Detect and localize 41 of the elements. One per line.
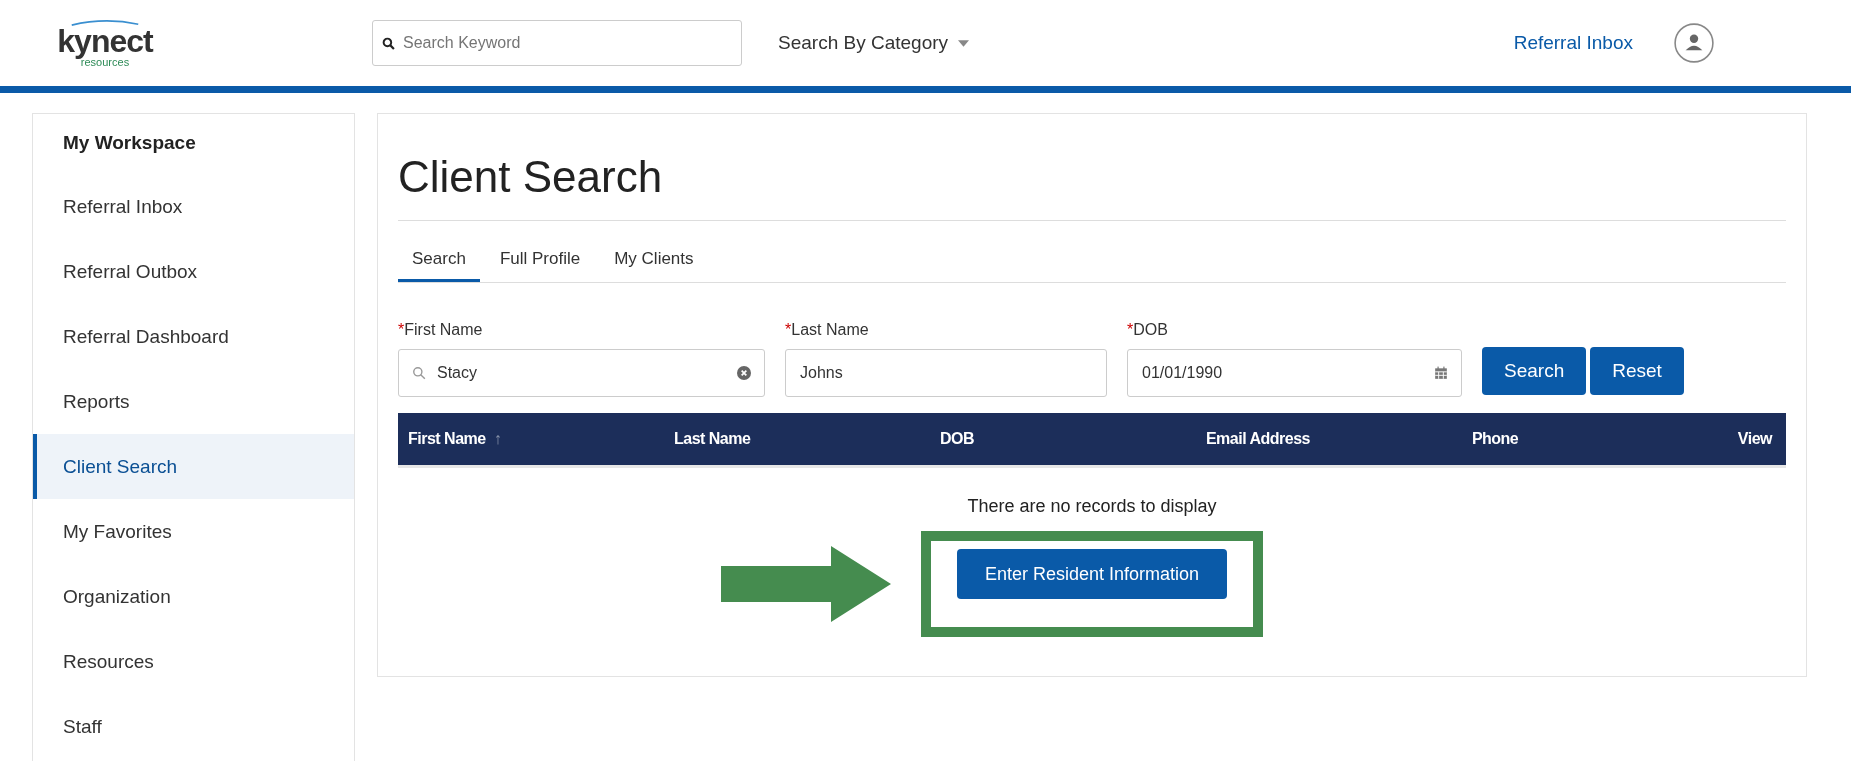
form-button[interactable]: Search [1482, 347, 1587, 395]
input-field[interactable]: 01/01/1990 [1127, 349, 1462, 397]
page-title: Client Search [398, 152, 1786, 221]
search-icon [412, 366, 426, 380]
enter-resident-button[interactable]: Enter Resident Information [956, 549, 1228, 599]
input-field[interactable]: Johns [785, 349, 1107, 397]
field-label: *First Name [398, 321, 484, 339]
sidebar-title: My Workspace [62, 132, 197, 155]
sidebar-item[interactable]: Client Search [33, 434, 354, 499]
column-header[interactable]: View [1727, 430, 1786, 448]
column-header[interactable]: First Name ↑ [398, 430, 664, 448]
tab[interactable]: My Clients [600, 241, 708, 282]
sidebar-item[interactable]: Referral Outbox [33, 239, 354, 304]
field-label: *Last Name [785, 321, 870, 339]
calendar-icon[interactable] [1434, 366, 1448, 380]
column-header[interactable]: Email Address [1195, 430, 1462, 448]
sidebar-item[interactable]: Referral Dashboard [33, 304, 354, 369]
sidebar-item[interactable]: Staff [33, 694, 354, 759]
sidebar-item[interactable]: Referral Inbox [33, 174, 354, 239]
input-field[interactable]: Stacy [398, 349, 765, 397]
clear-icon[interactable] [737, 366, 751, 380]
form-button[interactable]: Reset [1590, 347, 1684, 395]
column-header[interactable]: Phone [1461, 430, 1728, 448]
category-dropdown[interactable]: Search By Category [772, 31, 976, 55]
referral-inbox-link[interactable]: Referral Inbox [1513, 32, 1633, 54]
search-icon [382, 37, 395, 50]
column-header[interactable]: Last Name [663, 430, 930, 448]
sidebar-item[interactable]: Organization [33, 564, 354, 629]
tab[interactable]: Search [398, 241, 480, 282]
sidebar-item[interactable]: My Favorites [33, 499, 354, 564]
column-header[interactable]: DOB [929, 430, 1196, 448]
user-avatar-icon[interactable] [1673, 22, 1715, 64]
sidebar-item[interactable]: Resources [33, 629, 354, 694]
sidebar-item[interactable]: Reports [33, 369, 354, 434]
empty-message: There are no records to display [966, 496, 1218, 517]
tab[interactable]: Full Profile [485, 241, 595, 282]
caret-icon [958, 39, 970, 47]
arrow-icon [720, 546, 891, 622]
search-field[interactable]: Search Keyword [372, 20, 742, 66]
field-label: *DOB [1127, 321, 1169, 339]
kynect-logo[interactable]: kynect resources [50, 18, 160, 68]
